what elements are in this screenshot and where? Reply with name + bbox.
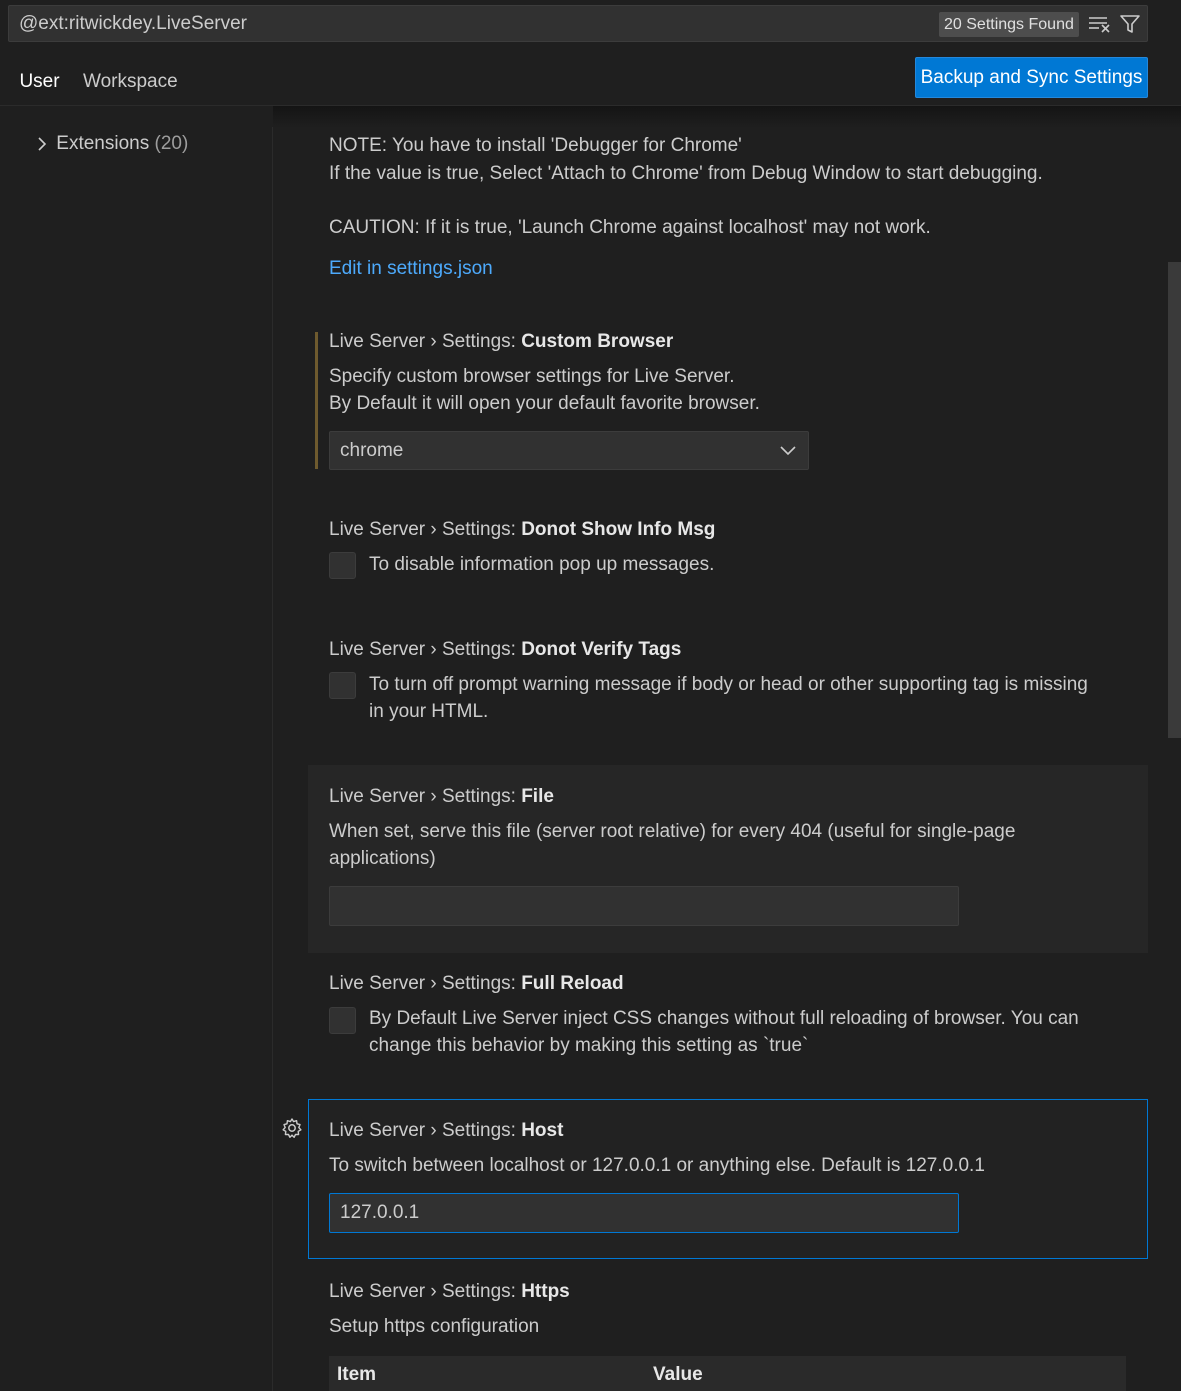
setting-title-https: Live Server › Settings: Https [329, 1281, 570, 1302]
sidebar-divider [272, 127, 273, 1391]
sidebar-item-extensions[interactable]: Extensions (20) [33, 131, 188, 157]
modified-indicator [315, 332, 318, 469]
tab-workspace[interactable]: Workspace [83, 66, 178, 106]
gear-icon[interactable] [281, 1117, 303, 1139]
scrollbar[interactable] [1168, 262, 1181, 738]
results-count-badge: 20 Settings Found [939, 12, 1079, 37]
scroll-shadow [273, 106, 1181, 128]
checkbox-label: To disable information pop up messages. [369, 554, 715, 575]
table-header-value: Value [653, 1364, 703, 1385]
edit-in-settings-json-link[interactable]: Edit in settings.json [329, 255, 493, 282]
setting-description: Setup https configuration [329, 1316, 540, 1337]
backup-sync-settings-button[interactable]: Backup and Sync Settings [915, 57, 1148, 98]
setting-description: Specify custom browser settings for Live… [329, 366, 735, 387]
setting-description: applications) [329, 848, 436, 869]
setting-description-line: If the value is true, Select 'Attach to … [329, 163, 1043, 184]
setting-title-donot-show-info-msg: Live Server › Settings: Donot Show Info … [329, 519, 716, 540]
search-input[interactable] [19, 6, 919, 41]
sidebar-item-label: Extensions [56, 133, 150, 154]
clear-filter-icon[interactable] [1088, 14, 1110, 34]
donot-verify-tags-checkbox[interactable] [329, 672, 356, 699]
setting-description-line: NOTE: You have to install 'Debugger for … [329, 135, 742, 156]
sidebar-item-count: (20) [154, 133, 189, 154]
setting-title-host: Live Server › Settings: Host [329, 1120, 564, 1141]
chevron-right-icon [38, 137, 47, 151]
filter-icon[interactable] [1119, 13, 1141, 35]
settings-search-bar[interactable]: 20 Settings Found [8, 5, 1148, 42]
checkbox-label: in your HTML. [369, 701, 489, 722]
checkbox-label: By Default Live Server inject CSS change… [369, 1008, 1079, 1029]
setting-title-custom-browser: Live Server › Settings: Custom Browser [329, 331, 674, 352]
tab-user[interactable]: User [8, 66, 71, 106]
setting-title-donot-verify-tags: Live Server › Settings: Donot Verify Tag… [329, 639, 682, 660]
setting-description: To switch between localhost or 127.0.0.1… [329, 1155, 985, 1176]
donot-show-info-msg-checkbox[interactable] [329, 552, 356, 579]
setting-title-full-reload: Live Server › Settings: Full Reload [329, 973, 624, 994]
custom-browser-select[interactable]: chrome [329, 431, 809, 470]
file-input[interactable] [329, 886, 959, 926]
table-header-item: Item [337, 1364, 377, 1385]
setting-description: By Default it will open your default fav… [329, 393, 760, 414]
setting-caution-text: CAUTION: If it is true, 'Launch Chrome a… [329, 217, 931, 238]
full-reload-checkbox[interactable] [329, 1007, 356, 1034]
checkbox-label: change this behavior by making this sett… [369, 1035, 809, 1056]
setting-title-file: Live Server › Settings: File [329, 786, 554, 807]
chevron-down-icon [780, 446, 796, 456]
setting-description: When set, serve this file (server root r… [329, 821, 1016, 842]
host-input[interactable] [329, 1193, 959, 1233]
https-table-header: Item Value [329, 1356, 1126, 1391]
select-value: chrome [340, 440, 404, 461]
checkbox-label: To turn off prompt warning message if bo… [369, 674, 1088, 695]
